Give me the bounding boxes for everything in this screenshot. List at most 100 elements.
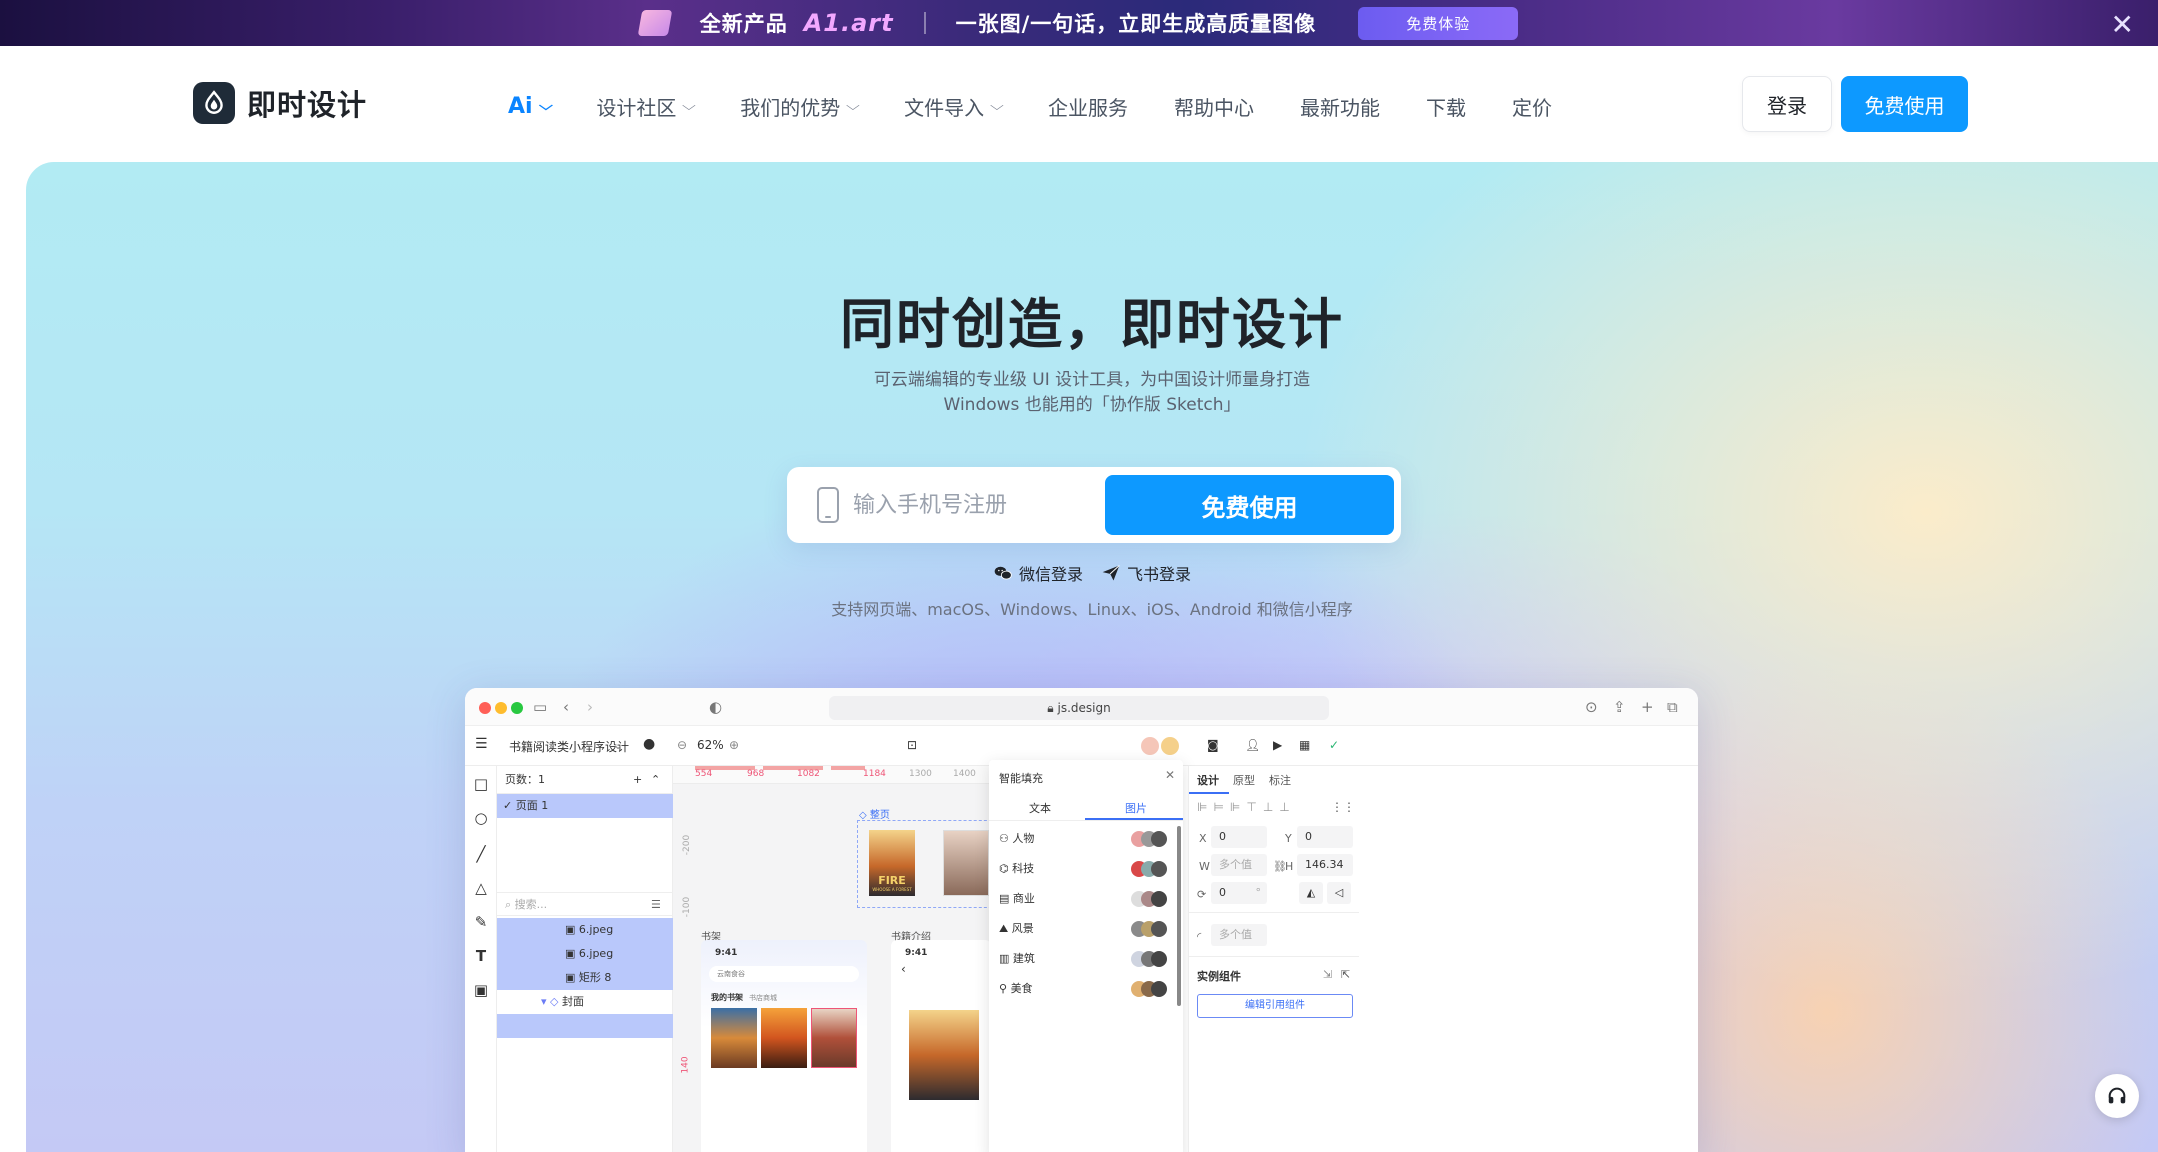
- h-field[interactable]: 146.34: [1297, 854, 1353, 876]
- h-label: H: [1285, 860, 1294, 873]
- nav-item-download[interactable]: 下载: [1426, 92, 1466, 121]
- tab-design[interactable]: 设计: [1197, 772, 1219, 788]
- fill-category-label: 商业: [1012, 892, 1035, 905]
- ellipse-icon[interactable]: ○: [473, 810, 489, 826]
- rotation-field[interactable]: 0 °: [1211, 882, 1267, 904]
- support-button[interactable]: [2095, 1074, 2139, 1118]
- phone-frame-shelf: 9:41 云南食谷 我的书架 书店商城: [701, 940, 867, 1152]
- book-thumb: [811, 1008, 857, 1068]
- promo-banner[interactable]: 全新产品 A1.art 一张图/一句话，立即生成高质量图像 免费体验 ✕: [0, 0, 2158, 46]
- align-icons[interactable]: ⊫⊨⊫⊤⊥⊥: [1197, 800, 1296, 814]
- nav-item-label: 企业服务: [1048, 96, 1129, 120]
- tech-icon: ⌬: [999, 862, 1013, 875]
- close-icon[interactable]: ✕: [2111, 8, 2134, 41]
- fill-category-tech[interactable]: ⌬ 科技: [999, 854, 1175, 884]
- rectangle-icon[interactable]: □: [473, 776, 489, 792]
- tabs-icon: ⧉: [1667, 698, 1678, 716]
- flip-vertical-icon[interactable]: ◁: [1327, 882, 1351, 904]
- free-use-button[interactable]: 免费使用: [1841, 76, 1968, 132]
- ruler-tick: 1082: [797, 769, 820, 779]
- nav-item-features[interactable]: 最新功能: [1300, 92, 1380, 121]
- scrollbar[interactable]: [1177, 826, 1181, 1006]
- nav-item-enterprise[interactable]: 企业服务: [1048, 92, 1128, 121]
- add-page-icon[interactable]: +: [633, 766, 642, 794]
- fill-category-business[interactable]: ▤ 商业: [999, 884, 1175, 914]
- login-button[interactable]: 登录: [1742, 76, 1832, 132]
- nav-item-ai[interactable]: Ai ⌵: [508, 92, 552, 121]
- fill-category-architecture[interactable]: ▥ 建筑: [999, 944, 1175, 974]
- layer-name: 6.jpeg: [578, 923, 614, 936]
- fill-category-label: 建筑: [1012, 952, 1035, 965]
- y-field[interactable]: 0: [1297, 826, 1353, 848]
- tab-image[interactable]: 图片: [1125, 800, 1147, 816]
- edit-component-button[interactable]: 编辑引用组件: [1197, 994, 1353, 1018]
- logo[interactable]: 即时设计: [193, 82, 367, 124]
- book-thumb: [711, 1008, 757, 1068]
- nav-item-import[interactable]: 文件导入 ⌵: [904, 92, 1004, 121]
- triangle-icon[interactable]: △: [473, 880, 489, 896]
- nav-item-pricing[interactable]: 定价: [1512, 92, 1552, 121]
- layer-row[interactable]: ▣ 6.jpeg: [497, 918, 673, 942]
- fill-thumbs: [1131, 981, 1169, 997]
- page-item[interactable]: ✓ 页面 1: [497, 794, 673, 818]
- layer-row[interactable]: [497, 1014, 673, 1038]
- book-cover: FIRE WHOOSE A FOREST: [869, 830, 915, 896]
- chevron-up-icon[interactable]: ⌃: [651, 766, 660, 794]
- detach-icon[interactable]: ⇱: [1341, 968, 1350, 981]
- image-icon[interactable]: ▣: [473, 982, 489, 998]
- fill-category-scenery[interactable]: ⛰︎ 风景: [999, 914, 1175, 944]
- frame-icon: ⊡: [907, 738, 918, 752]
- phone-search: 云南食谷: [709, 966, 859, 982]
- close-icon[interactable]: ✕: [1165, 768, 1175, 782]
- nav-item-help[interactable]: 帮助中心: [1174, 92, 1254, 121]
- filter-icon[interactable]: ☰: [651, 893, 661, 917]
- ruler-tick: 1400: [953, 769, 976, 779]
- paper-plane-icon: [1102, 565, 1120, 581]
- w-field[interactable]: 多个值: [1211, 854, 1267, 876]
- promo-label: 全新产品: [699, 12, 788, 36]
- layer-row[interactable]: ▣ 6.jpeg: [497, 942, 673, 966]
- layer-search[interactable]: ⌕ 搜索... ☰: [497, 892, 673, 916]
- pen-icon[interactable]: ✎: [473, 914, 489, 930]
- tool-rail: □ ○ ╱ △ ✎ T ▣: [465, 766, 497, 1152]
- grid-icon[interactable]: ⋮⋮: [1331, 800, 1355, 814]
- line-icon[interactable]: ╱: [473, 846, 489, 862]
- phone-frame-intro: 9:41 ‹: [891, 940, 991, 1152]
- phone-search-text: 云南食谷: [717, 970, 745, 978]
- tab-text[interactable]: 文本: [1029, 800, 1051, 816]
- fill-thumbs: [1131, 891, 1169, 907]
- layer-row[interactable]: ▣ 矩形 8: [497, 966, 673, 990]
- promo-cta-button[interactable]: 免费体验: [1358, 6, 1519, 40]
- nav-item-label: 帮助中心: [1174, 96, 1255, 120]
- back-icon: ‹: [563, 698, 569, 716]
- flip-horizontal-icon[interactable]: ◭: [1299, 882, 1323, 904]
- gift-icon: ◙: [1207, 738, 1219, 752]
- palette-icon: ●: [643, 736, 656, 752]
- text-icon[interactable]: T: [473, 948, 489, 964]
- photo-thumbnail: [943, 830, 989, 896]
- wechat-login-link[interactable]: 微信登录: [993, 561, 1083, 585]
- nav-item-community[interactable]: 设计社区 ⌵: [596, 92, 696, 121]
- layers-panel: 页数：1 + ⌃ ✓ 页面 1 ⌕ 搜索... ☰ ▣ 6.jpeg ▣ 6.j…: [497, 766, 673, 1152]
- canvas[interactable]: 554 968 1082 1184 1300 1400 -200 -100 14…: [673, 766, 997, 1152]
- hero-subtitle-line1: 可云端编辑的专业级 UI 设计工具，为中国设计师量身打造: [873, 370, 1311, 390]
- tab-prototype[interactable]: 原型: [1233, 772, 1255, 788]
- fill-category-food[interactable]: ⚲ 美食: [999, 974, 1175, 1004]
- feishu-login-link[interactable]: 飞书登录: [1101, 561, 1191, 585]
- fill-category-people[interactable]: ⚇ 人物: [999, 824, 1175, 854]
- platforms-text: 支持网页端、macOS、Windows、Linux、iOS、Android 和微…: [831, 600, 1353, 619]
- layer-search-input: 搜索...: [514, 898, 548, 911]
- promo-divider: [923, 12, 926, 34]
- nav-item-advantages[interactable]: 我们的优势 ⌵: [740, 92, 860, 121]
- reset-icon[interactable]: ⇲: [1323, 968, 1332, 981]
- building-icon: ▥: [999, 952, 1013, 965]
- layer-row[interactable]: ▾ ◇ 封面: [497, 990, 673, 1014]
- radius-field[interactable]: 多个值: [1211, 924, 1267, 946]
- tab-annotation[interactable]: 标注: [1269, 772, 1291, 788]
- zoom-in-icon: ⊕: [729, 738, 740, 752]
- signup-button[interactable]: 免费使用: [1105, 475, 1394, 535]
- x-field[interactable]: 0: [1211, 826, 1267, 848]
- close-dot: [479, 702, 491, 714]
- phone-input[interactable]: [853, 467, 1093, 543]
- forward-icon: ›: [587, 698, 593, 716]
